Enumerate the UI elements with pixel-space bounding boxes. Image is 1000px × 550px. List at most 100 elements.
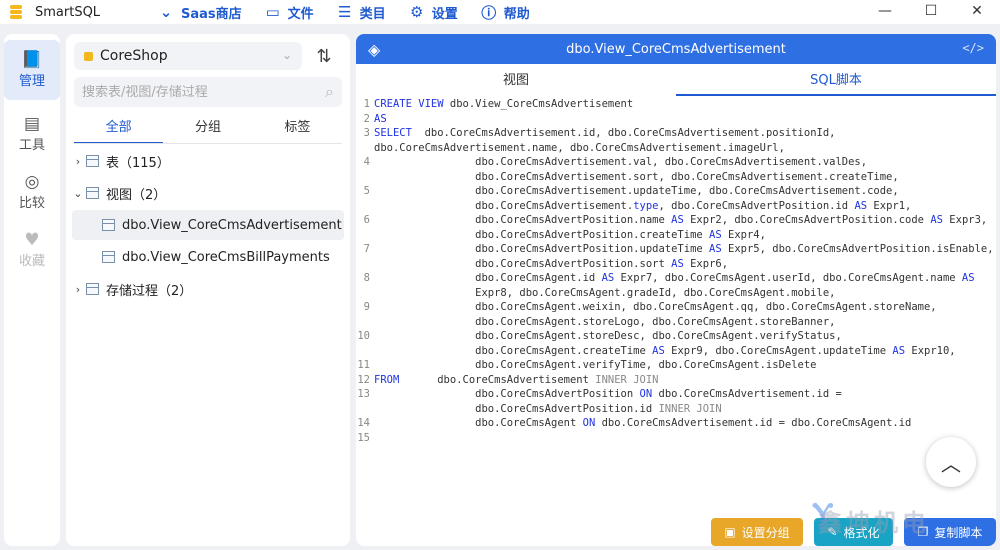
code-line: 9 dbo.CoreCmsAgent.weixin, dbo.CoreCmsAg… xyxy=(356,301,996,316)
minimize-button[interactable]: — xyxy=(862,0,908,22)
tree-node-views[interactable]: ⌄ 视图（2） xyxy=(72,178,166,208)
code-line: dbo.CoreCmsAgent.createTime AS Expr9, db… xyxy=(356,345,996,360)
tab-view[interactable]: 视图 xyxy=(356,66,676,96)
tab-groups[interactable]: 分组 xyxy=(163,116,252,144)
code-line: 13 dbo.CoreCmsAdvertPosition ON dbo.Core… xyxy=(356,388,996,403)
code-text: AS xyxy=(374,112,387,125)
sql-code-editor[interactable]: 1 CREATE VIEW dbo.View_CoreCmsAdvertiseme… xyxy=(356,98,996,478)
line-number: 5 xyxy=(363,185,370,197)
layers-icon: ◈ xyxy=(368,40,381,59)
close-button[interactable]: ✕ xyxy=(954,0,1000,22)
code-line: dbo.CoreCmsAdvertisement.name, dbo.CoreC… xyxy=(356,142,996,157)
line-number xyxy=(356,171,374,186)
tree-view-item[interactable]: dbo.View_CoreCmsAdvertisement xyxy=(72,210,344,240)
rail-favorites-label: 收藏 xyxy=(18,254,45,269)
database-select[interactable]: CoreShop ⌄ xyxy=(74,42,302,70)
menu-item-0[interactable]: ⌄ Saas商店 xyxy=(157,2,242,23)
rail-favorites[interactable]: ♥ 收藏 xyxy=(4,230,60,270)
object-tree-panel: CoreShop ⌄ ⇅ ⌕ 全部 分组 标签 › 表（115） ⌄ 视图（2）… xyxy=(66,34,350,546)
line-number: 2 xyxy=(363,112,370,125)
code-text: dbo.CoreCmsAdvertisement.name, dbo.CoreC… xyxy=(374,141,785,154)
tree-view-item-label: dbo.View_CoreCmsBillPayments xyxy=(122,249,330,265)
code-line: Expr8, dbo.CoreCmsAgent.gradeId, dbo.Cor… xyxy=(356,287,996,302)
code-line: dbo.CoreCmsAdvertPosition.sort AS Expr6, xyxy=(356,258,996,273)
rail-manage[interactable]: 📘 管理 xyxy=(4,40,60,100)
gear-icon: ⚙ xyxy=(409,3,424,21)
code-text: dbo.CoreCmsAdvertPosition.id INNER JOIN xyxy=(374,402,722,415)
line-number: 3 xyxy=(363,127,370,139)
scroll-to-top-button[interactable]: ︿ xyxy=(926,437,976,487)
tree-node-tables-label: 表（115） xyxy=(106,155,170,171)
main-menu: ⌄ Saas商店 ▭ 文件 ☰ 类目 ⚙ 设置 ⓘ 帮助 xyxy=(157,2,552,23)
chevron-right-icon: › xyxy=(75,154,81,168)
rail-compare[interactable]: ◎ 比较 xyxy=(4,172,60,212)
search-icon[interactable]: ⌕ xyxy=(325,82,334,102)
search-box: ⌕ xyxy=(74,77,342,107)
database-name: CoreShop xyxy=(100,48,168,64)
copy-script-label: 复制脚本 xyxy=(934,525,983,540)
code-text: dbo.CoreCmsAgent.storeLogo, dbo.CoreCmsA… xyxy=(374,315,836,328)
code-text: dbo.CoreCmsAgent ON dbo.CoreCmsAdvertise… xyxy=(374,417,912,429)
code-text: dbo.CoreCmsAdvertPosition.sort AS Expr6, xyxy=(374,257,729,270)
line-number xyxy=(356,403,374,418)
table-icon xyxy=(86,155,99,167)
code-text: dbo.CoreCmsAgent.storeDesc, dbo.CoreCmsA… xyxy=(374,330,842,342)
window-controls: — ☐ ✕ xyxy=(862,0,1000,24)
maximize-button[interactable]: ☐ xyxy=(908,0,954,22)
code-line: dbo.CoreCmsAdvertPosition.id INNER JOIN xyxy=(356,403,996,418)
watermark: 鑫坤机电 xyxy=(818,509,930,537)
line-number: 14 xyxy=(357,417,370,429)
chevron-up-icon: ︿ xyxy=(941,451,961,476)
line-number: 11 xyxy=(357,359,370,371)
view-icon xyxy=(86,187,99,199)
menu-item-label: Saas商店 xyxy=(181,6,242,22)
code-line: 14 dbo.CoreCmsAgent ON dbo.CoreCmsAdvert… xyxy=(356,417,996,432)
refresh-icon[interactable]: ⇅ xyxy=(312,44,336,68)
line-number xyxy=(356,229,374,244)
code-line: 11 dbo.CoreCmsAgent.verifyTime, dbo.Core… xyxy=(356,359,996,374)
code-text: Expr8, dbo.CoreCmsAgent.gradeId, dbo.Cor… xyxy=(374,286,836,299)
app-title: SmartSQL xyxy=(35,4,101,20)
code-line: 5 dbo.CoreCmsAdvertisement.updateTime, d… xyxy=(356,185,996,200)
rail-tools[interactable]: ▤ 工具 xyxy=(4,114,60,154)
code-text: dbo.CoreCmsAdvertisement.val, dbo.CoreCm… xyxy=(374,156,868,168)
code-line: 1 CREATE VIEW dbo.View_CoreCmsAdvertiseme… xyxy=(356,98,996,113)
line-number xyxy=(356,142,374,157)
code-line: 6 dbo.CoreCmsAdvertPosition.name AS Expr… xyxy=(356,214,996,229)
code-text: CREATE VIEW dbo.View_CoreCmsAdvertisemen… xyxy=(374,98,634,110)
tree-node-procedures[interactable]: › 存储过程（2） xyxy=(72,274,192,304)
line-number: 7 xyxy=(363,243,370,255)
list-icon: ☰ xyxy=(337,3,352,21)
line-number: 9 xyxy=(363,301,370,313)
line-number xyxy=(356,200,374,215)
group-icon: ▣ xyxy=(724,525,736,539)
tree-node-tables[interactable]: › 表（115） xyxy=(72,146,170,176)
heart-icon: ♥ xyxy=(24,230,40,250)
code-text: dbo.CoreCmsAdvertisement.updateTime, dbo… xyxy=(374,185,899,197)
code-line: 4 dbo.CoreCmsAdvertisement.val, dbo.Core… xyxy=(356,156,996,171)
tree-view-item-label: dbo.View_CoreCmsAdvertisement xyxy=(122,217,342,233)
menu-item-label: 帮助 xyxy=(503,6,530,22)
code-line: 15 xyxy=(356,432,996,447)
code-text: dbo.CoreCmsAgent.id AS Expr7, dbo.CoreCm… xyxy=(374,272,975,284)
tab-tags[interactable]: 标签 xyxy=(253,116,342,144)
database-icon xyxy=(84,51,93,61)
menu-item-1[interactable]: ▭ 文件 xyxy=(264,2,314,23)
left-rail: 📘 管理 ▤ 工具 ◎ 比较 ♥ 收藏 xyxy=(4,34,60,546)
tab-all[interactable]: 全部 xyxy=(74,116,164,144)
set-group-button[interactable]: ▣ 设置分组 xyxy=(711,518,803,546)
menu-item-2[interactable]: ☰ 类目 xyxy=(336,2,386,23)
editor-tabs: 视图 SQL脚本 xyxy=(356,66,996,96)
line-number: 4 xyxy=(363,156,370,168)
tree-view-item[interactable]: dbo.View_CoreCmsBillPayments xyxy=(72,242,344,272)
menu-item-4[interactable]: ⓘ 帮助 xyxy=(480,2,530,23)
search-input[interactable] xyxy=(74,77,304,107)
tab-sql-script[interactable]: SQL脚本 xyxy=(676,66,996,96)
tree-tabs: 全部 分组 标签 xyxy=(74,116,342,144)
menu-item-3[interactable]: ⚙ 设置 xyxy=(408,2,458,23)
line-number: 15 xyxy=(357,431,370,444)
code-line: 3 SELECT dbo.CoreCmsAdvertisement.id, dbo… xyxy=(356,127,996,142)
menu-item-label: 类目 xyxy=(359,6,386,22)
code-icon[interactable]: </> xyxy=(962,41,984,55)
